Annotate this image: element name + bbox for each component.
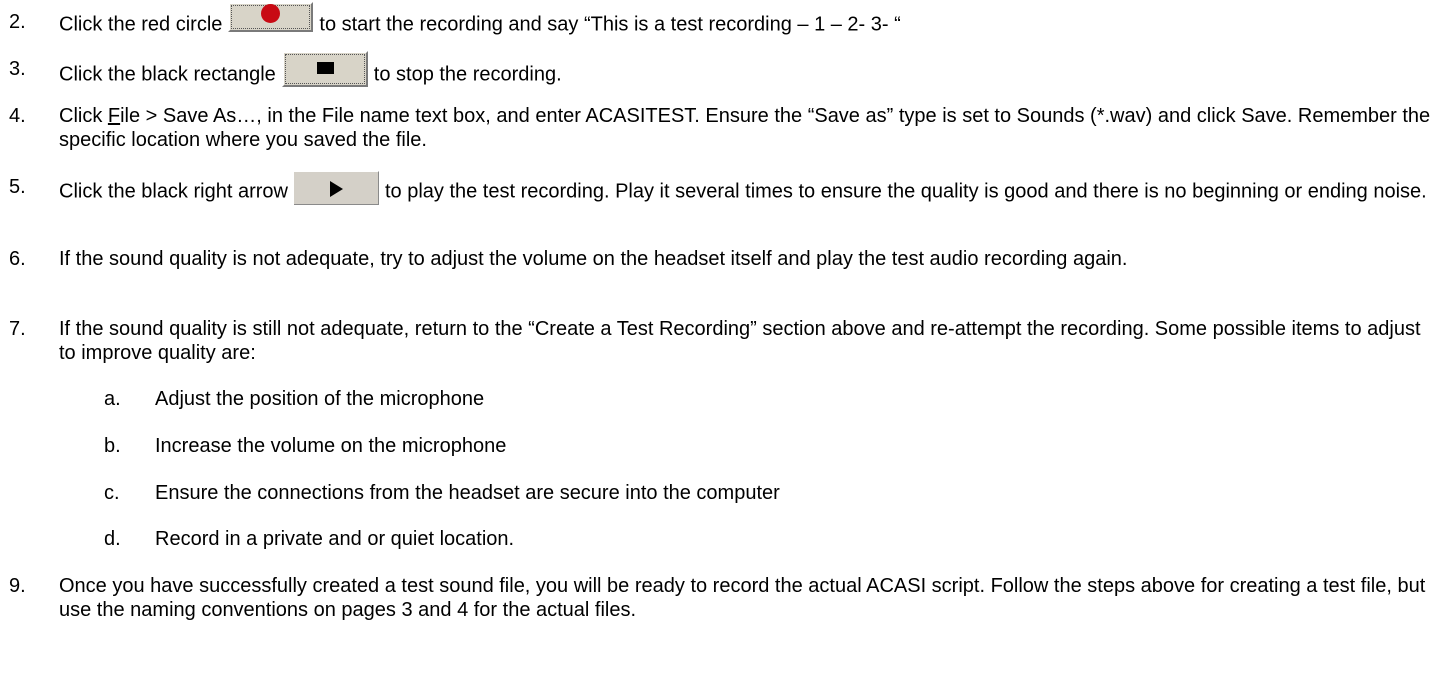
substep-letter: a. xyxy=(104,388,121,410)
stop-icon xyxy=(281,51,368,87)
step-text-before: Click the black right arrow xyxy=(59,180,288,203)
step-number: 2. xyxy=(9,11,26,33)
step-number: 5. xyxy=(9,176,26,198)
step-text-before: Click the red circle xyxy=(59,13,223,36)
step-text: Click the red circle to start the recordi… xyxy=(59,2,1439,40)
record-icon xyxy=(228,2,314,32)
step-text: If the sound quality is not adequate, tr… xyxy=(59,248,1128,270)
play-icon xyxy=(293,171,379,205)
step-text-after: to start the recording and say “This is … xyxy=(319,13,901,36)
file-menu-accelerator: F xyxy=(107,105,121,127)
substep-text: Record in a private and or quiet locatio… xyxy=(155,528,515,550)
document-page: 2. Click the red circle to start the reco… xyxy=(0,0,1447,673)
step-number: 6. xyxy=(9,248,26,270)
substep-text: Ensure the connections from the headset … xyxy=(155,482,780,504)
step-number: 4. xyxy=(9,105,26,127)
substep-letter: c. xyxy=(104,482,120,504)
step-text-part2: ile > Save As…, in the File name text bo… xyxy=(59,105,1431,151)
step-text: Once you have successfully created a tes… xyxy=(59,575,1426,621)
substep-text: Increase the volume on the microphone xyxy=(155,435,507,457)
step-text: Click File > Save As…, in the File name … xyxy=(59,104,1439,152)
step-number: 7. xyxy=(9,318,26,340)
step-text-after: to stop the recording. xyxy=(373,63,562,86)
substep-letter: b. xyxy=(104,435,121,457)
step-text: Click the black right arrow to play the t… xyxy=(59,171,1439,209)
substep-text: Adjust the position of the microphone xyxy=(155,388,485,410)
right-arrow-icon xyxy=(329,181,343,197)
step-text-part1: Click xyxy=(59,105,108,127)
black-rectangle-icon xyxy=(316,62,334,74)
step-text-before: Click the black rectangle xyxy=(59,63,276,86)
step-text: Click the black rectangle to stop the rec… xyxy=(59,51,1439,93)
step-text: If the sound quality is still not adequa… xyxy=(59,318,1421,364)
red-circle-icon xyxy=(261,4,281,23)
step-text-after: to play the test recording. Play it seve… xyxy=(384,180,1427,203)
step-number: 3. xyxy=(9,58,26,80)
step-number: 9. xyxy=(9,575,26,597)
substep-letter: d. xyxy=(104,528,121,550)
